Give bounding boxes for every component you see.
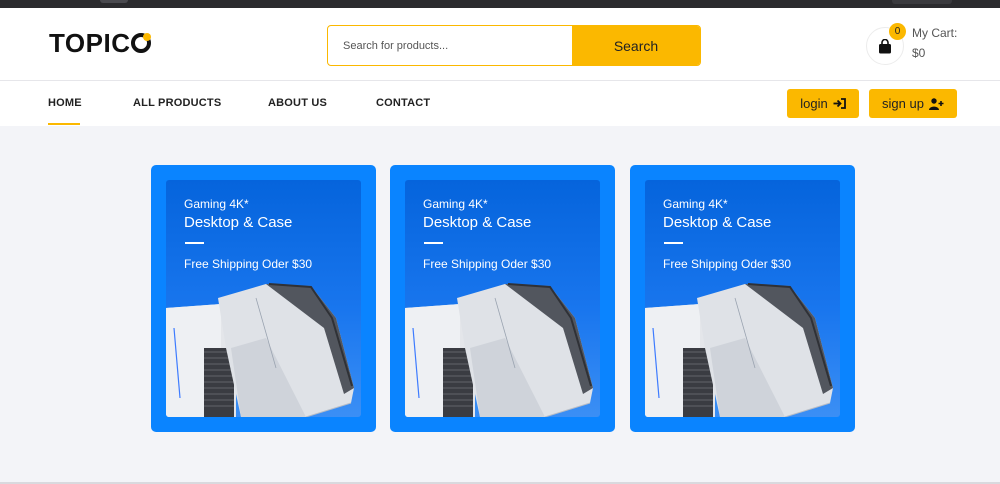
sign-up-label: sign up bbox=[882, 96, 924, 111]
browser-top-strip bbox=[0, 0, 1000, 8]
search-input[interactable] bbox=[328, 26, 572, 65]
gaming-pc-image bbox=[645, 283, 833, 417]
cart-label: My Cart: bbox=[912, 26, 958, 40]
cart-amount: $0 bbox=[912, 46, 926, 60]
login-label: login bbox=[800, 96, 828, 111]
promo-banner-card[interactable]: Gaming 4K* Desktop & Case Free Shipping … bbox=[630, 165, 855, 432]
logo-text: TOPIC bbox=[49, 27, 131, 58]
cart-count-badge: 0 bbox=[889, 23, 906, 40]
banner-subtitle: Gaming 4K* bbox=[423, 197, 488, 211]
gaming-pc-image bbox=[405, 283, 593, 417]
search-bar: Search bbox=[327, 25, 701, 66]
strip-right-nub bbox=[892, 0, 952, 4]
nav-item-contact[interactable]: CONTACT bbox=[376, 97, 430, 109]
banner-subtitle: Gaming 4K* bbox=[184, 197, 249, 211]
gaming-pc-image bbox=[166, 283, 354, 417]
login-button[interactable]: login bbox=[787, 89, 859, 118]
shopping-bag-icon bbox=[879, 38, 891, 53]
cart-widget[interactable]: 0 My Cart: $0 bbox=[866, 23, 986, 68]
user-plus-icon bbox=[928, 97, 944, 110]
banner-subtitle: Gaming 4K* bbox=[663, 197, 728, 211]
promo-banner-card[interactable]: Gaming 4K* Desktop & Case Free Shipping … bbox=[390, 165, 615, 432]
site-header: TOPIC Search 0 My Cart: $0 bbox=[0, 8, 1000, 81]
search-button[interactable]: Search bbox=[572, 26, 700, 65]
promo-banner-inner: Gaming 4K* Desktop & Case Free Shipping … bbox=[645, 180, 840, 417]
banner-title: Desktop & Case bbox=[184, 214, 293, 231]
sign-up-button[interactable]: sign up bbox=[869, 89, 957, 118]
logo-o-mark bbox=[131, 33, 152, 53]
strip-tab-nub bbox=[100, 0, 128, 3]
site-logo[interactable]: TOPIC bbox=[49, 27, 152, 58]
main-nav: HOME ALL PRODUCTS ABOUT US CONTACT login… bbox=[0, 81, 1000, 126]
promo-banner-card[interactable]: Gaming 4K* Desktop & Case Free Shipping … bbox=[151, 165, 376, 432]
banner-shipping-text: Free Shipping Oder $30 bbox=[184, 257, 313, 271]
sign-in-icon bbox=[833, 98, 846, 109]
banner-divider bbox=[424, 242, 443, 244]
promo-banner-inner: Gaming 4K* Desktop & Case Free Shipping … bbox=[166, 180, 361, 417]
banner-shipping-text: Free Shipping Oder $30 bbox=[423, 257, 552, 271]
banner-title: Desktop & Case bbox=[423, 214, 532, 231]
promo-banner-inner: Gaming 4K* Desktop & Case Free Shipping … bbox=[405, 180, 600, 417]
banner-title: Desktop & Case bbox=[663, 214, 772, 231]
promo-banners: Gaming 4K* Desktop & Case Free Shipping … bbox=[0, 126, 1000, 482]
banner-shipping-text: Free Shipping Oder $30 bbox=[663, 257, 792, 271]
nav-item-about-us[interactable]: ABOUT US bbox=[268, 97, 327, 109]
nav-active-indicator bbox=[48, 123, 80, 125]
banner-divider bbox=[664, 242, 683, 244]
nav-item-home[interactable]: HOME bbox=[48, 97, 82, 109]
nav-item-all-products[interactable]: ALL PRODUCTS bbox=[133, 97, 221, 109]
banner-divider bbox=[185, 242, 204, 244]
